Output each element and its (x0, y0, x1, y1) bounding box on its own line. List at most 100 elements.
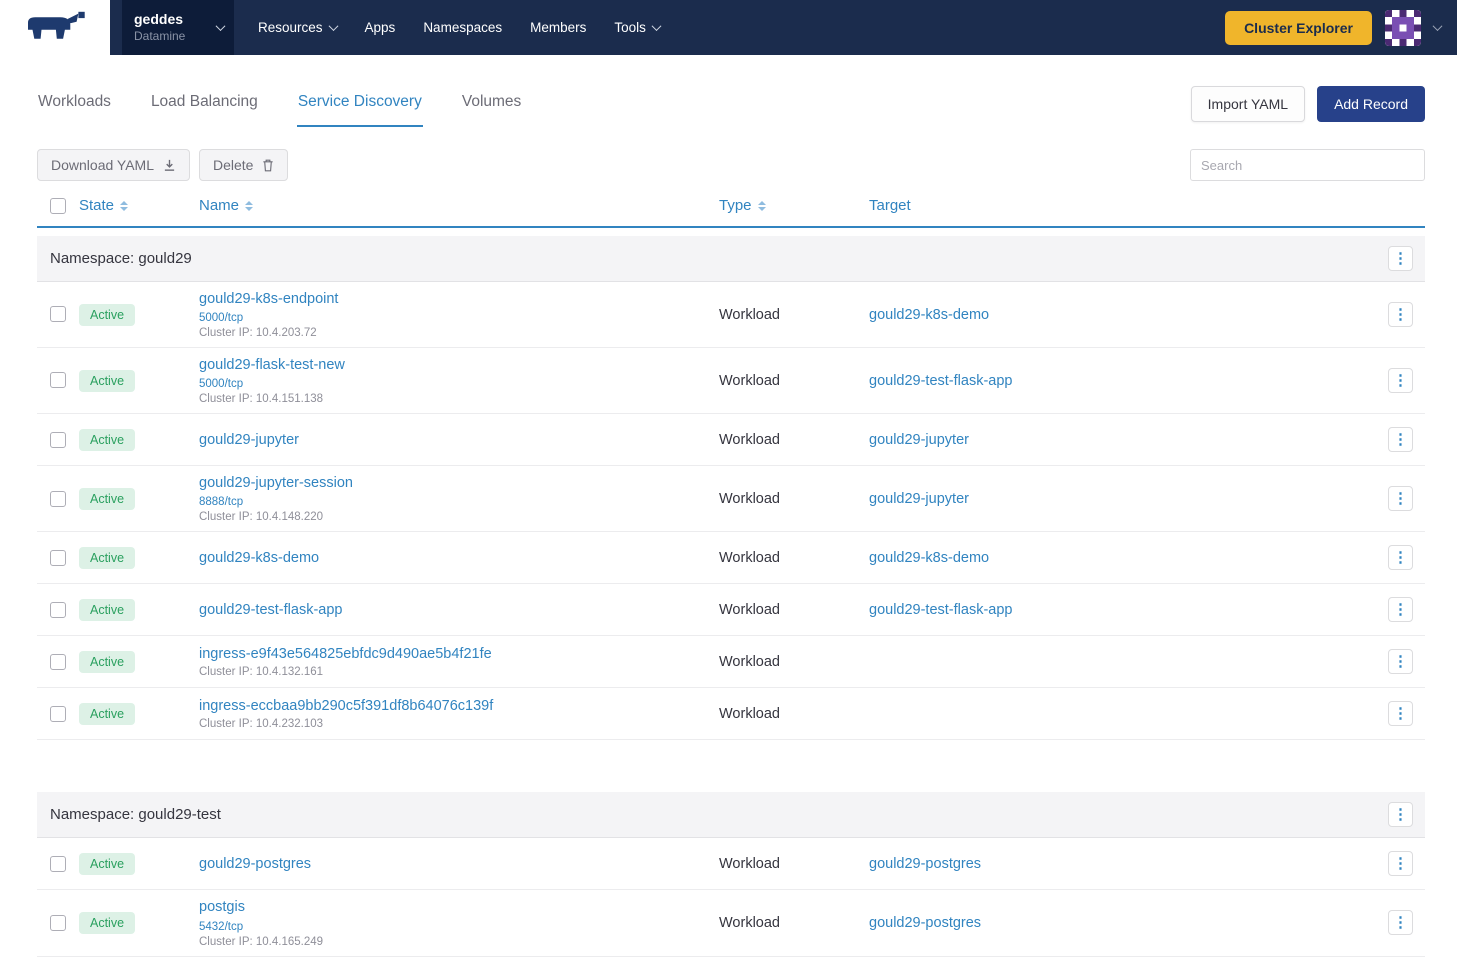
chevron-down-icon (216, 21, 226, 31)
service-name-link[interactable]: gould29-flask-test-new (199, 356, 345, 374)
row-actions-button[interactable]: ⋮ (1388, 802, 1413, 827)
add-record-button[interactable]: Add Record (1317, 86, 1425, 122)
kebab-menu-icon: ⋮ (1393, 856, 1408, 871)
state-badge: Active (79, 853, 135, 875)
table-header: State Name Type Target (37, 197, 1425, 228)
select-all-checkbox[interactable] (50, 198, 66, 214)
service-cluster-ip: Cluster IP: 10.4.151.138 (199, 393, 707, 405)
row-checkbox-cell (37, 914, 79, 932)
service-name-link[interactable]: gould29-postgres (199, 855, 311, 873)
tab-load-balancing[interactable]: Load Balancing (150, 81, 259, 127)
tab-service-discovery[interactable]: Service Discovery (297, 81, 423, 127)
row-checkbox[interactable] (50, 491, 66, 507)
nav-item-tools[interactable]: Tools (600, 0, 674, 55)
row-actions-button[interactable]: ⋮ (1388, 486, 1413, 511)
tab-workloads[interactable]: Workloads (37, 81, 112, 127)
row-name-cell: gould29-jupyter (199, 431, 719, 449)
row-state-cell: Active (79, 703, 199, 725)
row-state-cell: Active (79, 853, 199, 875)
row-checkbox[interactable] (50, 856, 66, 872)
service-port: 5000/tcp (199, 312, 707, 324)
state-badge: Active (79, 651, 135, 673)
service-type: Workload (719, 915, 780, 931)
row-checkbox[interactable] (50, 654, 66, 670)
user-menu-chevron-icon[interactable] (1433, 21, 1443, 31)
row-actions-button[interactable]: ⋮ (1388, 427, 1413, 452)
row-actions-button[interactable]: ⋮ (1388, 545, 1413, 570)
table-row: Activepostgis5432/tcpCluster IP: 10.4.16… (37, 890, 1425, 956)
user-avatar[interactable] (1385, 10, 1421, 46)
row-actions-button[interactable]: ⋮ (1388, 246, 1413, 271)
header-type-label: Type (719, 197, 752, 214)
service-target-link[interactable]: gould29-postgres (869, 915, 981, 931)
download-yaml-button[interactable]: Download YAML (37, 149, 190, 181)
header-state-label: State (79, 197, 114, 214)
row-target-cell: gould29-postgres (869, 914, 1377, 932)
row-checkbox[interactable] (50, 550, 66, 566)
service-target-link[interactable]: gould29-postgres (869, 856, 981, 872)
nav-item-apps[interactable]: Apps (351, 0, 410, 55)
state-badge: Active (79, 912, 135, 934)
state-badge: Active (79, 599, 135, 621)
service-target-link[interactable]: gould29-k8s-demo (869, 550, 989, 566)
service-name-link[interactable]: gould29-test-flask-app (199, 601, 342, 619)
chevron-down-icon (328, 21, 338, 31)
table-row: Activegould29-jupyter-session8888/tcpClu… (37, 466, 1425, 532)
row-type-cell: Workload (719, 549, 869, 567)
service-type: Workload (719, 491, 780, 507)
row-checkbox-cell (37, 653, 79, 671)
state-badge: Active (79, 304, 135, 326)
header-name-cell: Name (199, 197, 719, 215)
sort-by-type[interactable]: Type (719, 197, 766, 214)
service-name-link[interactable]: ingress-e9f43e564825ebfdc9d490ae5b4f21fe (199, 645, 492, 663)
row-kebab-cell: ⋮ (1377, 427, 1413, 452)
service-name-link[interactable]: postgis (199, 898, 245, 916)
row-actions-button[interactable]: ⋮ (1388, 302, 1413, 327)
service-target-link[interactable]: gould29-jupyter (869, 491, 969, 507)
header-target-label: Target (869, 197, 911, 214)
service-name-link[interactable]: gould29-k8s-endpoint (199, 290, 338, 308)
row-actions-button[interactable]: ⋮ (1388, 649, 1413, 674)
row-actions-button[interactable]: ⋮ (1388, 701, 1413, 726)
row-actions-button[interactable]: ⋮ (1388, 851, 1413, 876)
service-type: Workload (719, 373, 780, 389)
rancher-bull-icon (19, 10, 91, 46)
row-checkbox[interactable] (50, 306, 66, 322)
tab-volumes[interactable]: Volumes (461, 81, 522, 127)
nav-item-namespaces[interactable]: Namespaces (409, 0, 516, 55)
search-input[interactable] (1190, 149, 1425, 181)
row-checkbox[interactable] (50, 915, 66, 931)
row-name-cell: gould29-jupyter-session8888/tcpCluster I… (199, 474, 719, 523)
delete-label: Delete (213, 157, 253, 173)
nav-item-label: Tools (614, 20, 646, 35)
sort-by-name[interactable]: Name (199, 197, 253, 214)
service-name-link[interactable]: ingress-eccbaa9bb290c5f391df8b64076c139f (199, 697, 493, 715)
service-name-link[interactable]: gould29-jupyter (199, 431, 299, 449)
nav-item-resources[interactable]: Resources (244, 0, 351, 55)
row-checkbox[interactable] (50, 706, 66, 722)
cluster-subtitle: Datamine (134, 29, 213, 44)
service-target-link[interactable]: gould29-test-flask-app (869, 373, 1012, 389)
row-actions-button[interactable]: ⋮ (1388, 368, 1413, 393)
row-checkbox[interactable] (50, 432, 66, 448)
rancher-logo[interactable] (0, 0, 110, 55)
import-yaml-button[interactable]: Import YAML (1191, 86, 1305, 122)
row-type-cell: Workload (719, 431, 869, 449)
service-name-link[interactable]: gould29-k8s-demo (199, 549, 319, 567)
service-name-link[interactable]: gould29-jupyter-session (199, 474, 353, 492)
table-row: Active ingress-e9f43e564825ebfdc9d490ae5b… (37, 636, 1425, 688)
cluster-switcher[interactable]: geddes Datamine (122, 0, 234, 55)
service-target-link[interactable]: gould29-test-flask-app (869, 602, 1012, 618)
nav-item-members[interactable]: Members (516, 0, 600, 55)
row-checkbox[interactable] (50, 602, 66, 618)
cluster-explorer-button[interactable]: Cluster Explorer (1225, 11, 1372, 45)
service-target-link[interactable]: gould29-jupyter (869, 432, 969, 448)
row-actions-button[interactable]: ⋮ (1388, 910, 1413, 935)
sort-by-state[interactable]: State (79, 197, 128, 214)
row-checkbox-cell (37, 490, 79, 508)
table-row: Activegould29-k8s-demoWorkloadgould29-k8… (37, 532, 1425, 584)
service-target-link[interactable]: gould29-k8s-demo (869, 307, 989, 323)
row-actions-button[interactable]: ⋮ (1388, 597, 1413, 622)
delete-button[interactable]: Delete (199, 149, 288, 181)
row-checkbox[interactable] (50, 372, 66, 388)
